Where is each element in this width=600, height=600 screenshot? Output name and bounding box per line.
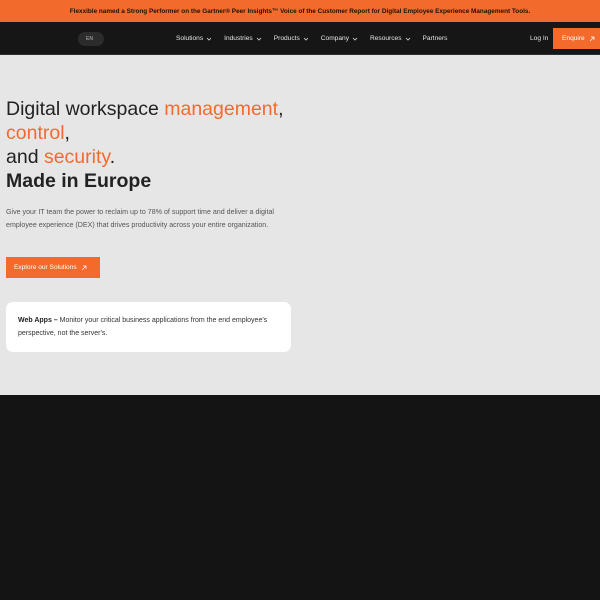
menu-item-partners[interactable]: Partners (423, 35, 448, 42)
explore-solutions-button[interactable]: Explore our Solutions (6, 257, 100, 278)
enquire-label: Enquire (562, 35, 585, 42)
announcement-bar[interactable]: Flexxible named a Strong Performer on th… (0, 0, 600, 22)
menu-item-resources[interactable]: Resources (370, 35, 411, 42)
menu-item-label: Industries (224, 35, 253, 42)
chevron-down-icon (256, 36, 262, 42)
headline-accent: management (164, 98, 279, 120)
menu-item-products[interactable]: Products (274, 35, 309, 42)
hero-section: Digital workspace management, control, a… (0, 55, 600, 395)
hero-headline: Digital workspace management, control, a… (6, 97, 283, 193)
headline-line-4: Made in Europe (6, 170, 152, 192)
headline-text: , (64, 122, 70, 144)
headline-text: . (109, 146, 116, 168)
menu-item-label: Products (273, 35, 300, 42)
arrow-up-right-icon (81, 265, 87, 271)
headline-text: Digital workspace (6, 98, 165, 120)
menu-item-label: Partners (422, 35, 448, 42)
language-switcher[interactable]: EN (78, 32, 104, 46)
menu-item-label: Company (320, 35, 349, 42)
feature-card-title: Web Apps – (18, 317, 58, 324)
headline-accent: control (6, 122, 65, 144)
chevron-down-icon (206, 36, 212, 42)
headline-text: , (278, 98, 284, 120)
login-link[interactable]: Log In (530, 22, 548, 55)
headline-accent: security (43, 146, 110, 168)
top-navigation: EN Solutions Industries Products Company… (0, 22, 600, 55)
main-menu: Solutions Industries Products Company Re… (176, 22, 459, 55)
headline-text: and (6, 146, 44, 168)
headline-line-2: control, (6, 121, 283, 145)
announcement-text[interactable]: Flexxible named a Strong Performer on th… (70, 8, 530, 15)
cta-label: Explore our Solutions (14, 264, 77, 271)
chevron-down-icon (352, 36, 358, 42)
menu-item-company[interactable]: Company (321, 35, 358, 42)
menu-item-solutions[interactable]: Solutions (176, 35, 212, 42)
menu-item-industries[interactable]: Industries (224, 35, 262, 42)
enquire-button[interactable]: Enquire (553, 28, 600, 49)
menu-item-label: Solutions (176, 35, 204, 42)
headline-line-3: and security. (6, 145, 283, 169)
chevron-down-icon (303, 36, 309, 42)
feature-card: Web Apps – Monitor your critical busines… (6, 302, 291, 352)
arrow-up-right-icon (589, 36, 595, 42)
dark-section (0, 395, 600, 600)
chevron-down-icon (405, 36, 411, 42)
hero-description: Give your IT team the power to reclaim u… (6, 208, 274, 230)
headline-line-1: Digital workspace management, (6, 97, 283, 121)
menu-item-label: Resources (370, 35, 402, 42)
